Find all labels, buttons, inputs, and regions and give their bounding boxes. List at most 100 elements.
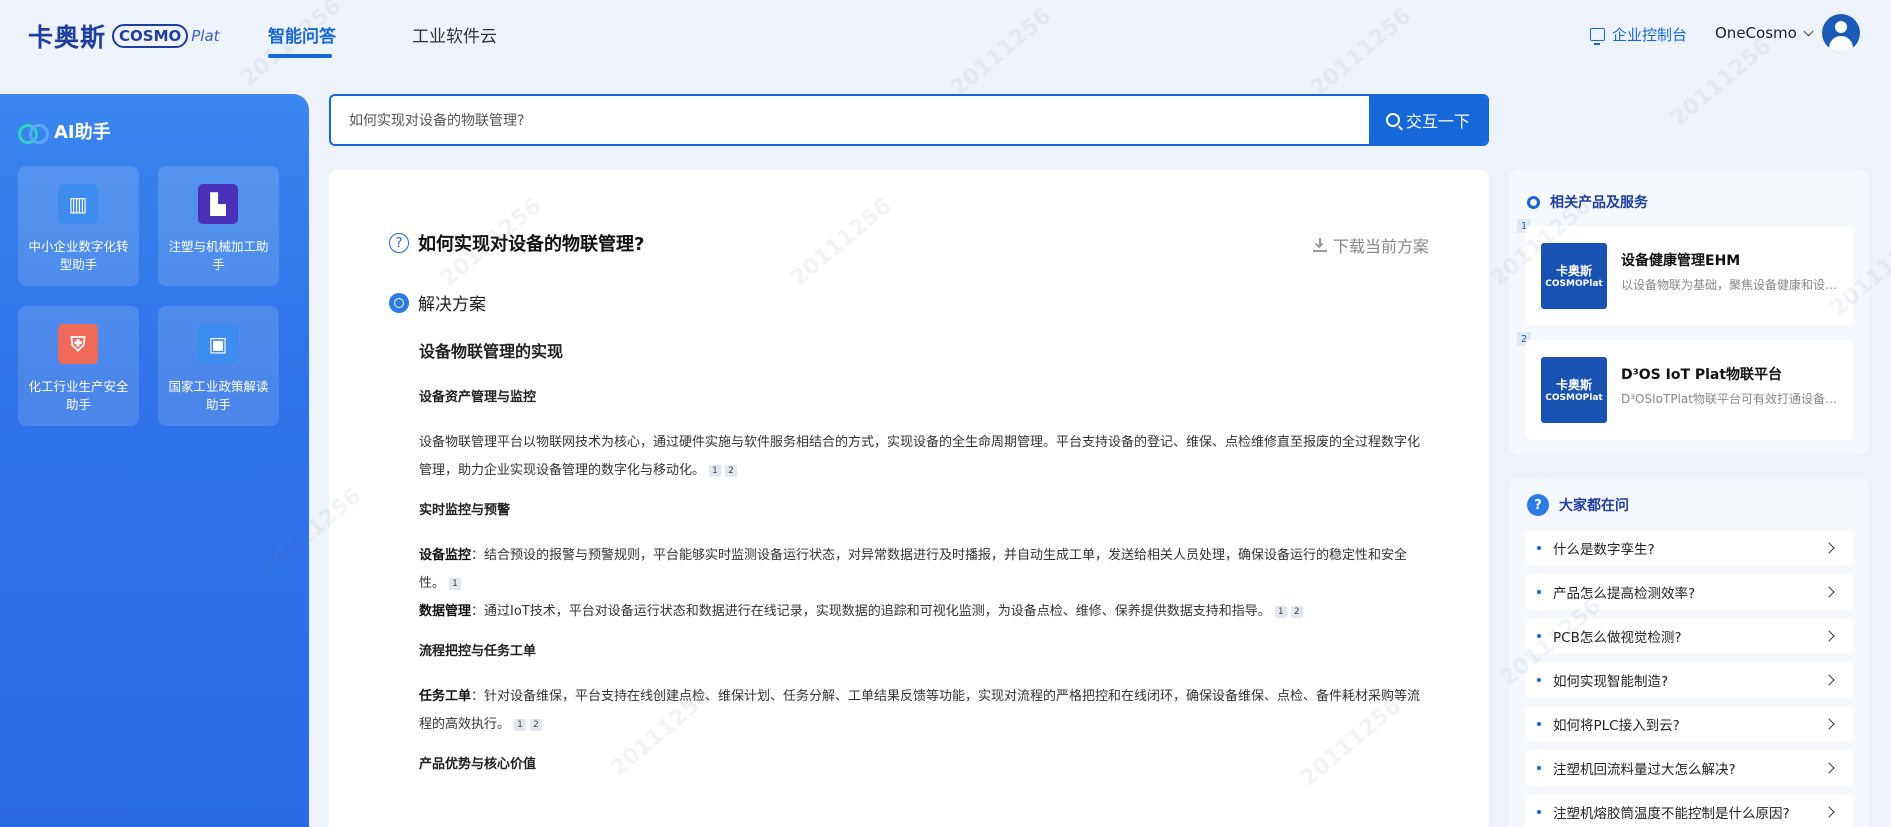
cosmoplat-logo[interactable]: 卡奥斯 COSMO Plat	[28, 16, 220, 56]
faq-item[interactable]: 如何实现智能制造?	[1525, 662, 1853, 698]
assistant-label: 中小企业数字化转型助手	[28, 239, 129, 272]
tab-industrial-software-cloud[interactable]: 工业软件云	[412, 22, 497, 47]
ai-assistant-sidebar: AI助手 ▥ 中小企业数字化转型助手 ▙ 注塑与机械加工助手 ⛨ 化工行业生产安…	[0, 94, 309, 827]
question-input[interactable]	[349, 96, 1349, 144]
machine-icon: ▙	[198, 184, 238, 224]
download-plan-button[interactable]: 下载当前方案	[1312, 233, 1429, 257]
product-logo: 卡奥斯 COSMOPlat	[1541, 357, 1607, 423]
product-card-iot-plat[interactable]: 卡奥斯 COSMOPlat D³OS IoT Plat物联平台 D³OSIoTP…	[1525, 340, 1853, 440]
logo-en-text: COSMO Plat	[112, 24, 220, 48]
faq-panel: ? 大家都在问 什么是数字孪生? 产品怎么提高检测效率? PCB怎么做视觉检测?…	[1509, 478, 1869, 827]
answer-paragraph: 设备监控：结合预设的报警与预警规则，平台能够实时监测设备运行状态，对异常数据进行…	[419, 542, 1429, 598]
section-title: 流程把控与任务工单	[419, 644, 537, 659]
assistant-card-policy-interpretation[interactable]: ▣ 国家工业政策解读助手	[158, 306, 279, 426]
bullet-dot	[1537, 678, 1541, 682]
bullet-dot	[1537, 766, 1541, 770]
paragraph-text: ：结合预设的报警与预警规则，平台能够实时监测设备运行状态，对异常数据进行及时播报…	[419, 548, 1408, 591]
product-logo-en: COSMOPlat	[1545, 393, 1603, 403]
citation-ref[interactable]: 1	[1274, 606, 1287, 618]
product-desc: D³OSIoTPlat物联平台可有效打通设备数据	[1621, 392, 1841, 406]
faq-item[interactable]: 产品怎么提高检测效率?	[1525, 574, 1853, 610]
citation-ref[interactable]: 2	[725, 465, 738, 477]
related-products-panel: 相关产品及服务 1 卡奥斯 COSMOPlat 设备健康管理EHM 以设备物联为…	[1509, 170, 1869, 454]
chevron-right-icon	[1823, 762, 1835, 774]
assistant-glyph: ▥	[68, 192, 88, 216]
chevron-right-icon	[1823, 674, 1835, 686]
answer-paragraph: 设备物联管理平台以物联网技术为核心，通过硬件实施与软件服务相结合的方式，实现设备…	[419, 429, 1429, 485]
document-badge-icon: ▣	[198, 324, 238, 364]
question-search-bar: 交互一下	[329, 94, 1489, 146]
faq-text: PCB怎么做视觉检测?	[1553, 630, 1682, 646]
bullet-dot	[1537, 810, 1541, 814]
ai-logo-icon	[18, 124, 49, 144]
solution-label: 解决方案	[418, 295, 486, 315]
assistant-card-sme-digital[interactable]: ▥ 中小企业数字化转型助手	[18, 166, 139, 286]
download-label: 下载当前方案	[1332, 237, 1429, 256]
chevron-down-icon	[1803, 26, 1814, 36]
chevron-right-icon	[1823, 542, 1835, 554]
question-title: 如何实现对设备的物联管理?	[418, 234, 645, 255]
faq-item[interactable]: 什么是数字孪生?	[1525, 530, 1853, 566]
citation-ref[interactable]: 1	[449, 578, 462, 590]
citation-ref[interactable]: 2	[1290, 606, 1303, 618]
assistant-label: 国家工业政策解读助手	[168, 379, 269, 412]
chevron-right-icon	[1823, 718, 1835, 730]
ai-title-text: AI助手	[54, 122, 111, 143]
product-logo-en: COSMOPlat	[1545, 279, 1603, 289]
paragraph-bold-lead: 设备监控	[419, 548, 472, 563]
answer-paragraph: 数据管理：通过IoT技术，平台对设备运行状态和数据进行在线记录，实现数据的追踪和…	[419, 598, 1429, 626]
download-icon	[1312, 238, 1327, 252]
faq-item[interactable]: 注塑机回流料量过大怎么解决?	[1525, 750, 1853, 786]
faq-title: ? 大家都在问	[1527, 494, 1629, 516]
product-logo-cn: 卡奥斯	[1555, 378, 1592, 392]
citation-ref[interactable]: 1	[709, 465, 722, 477]
assistant-card-injection-machining[interactable]: ▙ 注塑与机械加工助手	[158, 166, 279, 286]
solution-icon	[389, 292, 409, 313]
search-icon	[1385, 113, 1400, 127]
faq-text: 注塑机回流料量过大怎么解决?	[1553, 762, 1736, 778]
faq-text: 什么是数字孪生?	[1553, 542, 1655, 558]
paragraph-bold-lead: 数据管理	[419, 604, 472, 619]
assistant-glyph: ⛨	[70, 332, 86, 356]
logo-cn-text: 卡奥斯	[28, 23, 107, 52]
avatar-head	[1835, 21, 1847, 33]
tab-smart-qa[interactable]: 智能问答	[268, 22, 336, 47]
assistant-card-chemical-safety[interactable]: ⛨ 化工行业生产安全助手	[18, 306, 139, 426]
interact-button[interactable]: 交互一下	[1369, 96, 1487, 144]
user-menu[interactable]: OneCosmo	[1715, 24, 1814, 42]
top-header: 卡奥斯 COSMO Plat 智能问答 工业软件云 企业控制台 OneCosmo	[0, 0, 1891, 68]
related-title-text: 相关产品及服务	[1550, 195, 1648, 211]
logo-plat-text: Plat	[191, 27, 220, 45]
faq-text: 如何实现智能制造?	[1553, 674, 1669, 690]
answer-paragraph: 任务工单：针对设备维保，平台支持在线创建点检、维保计划、任务分解、工单结果反馈等…	[419, 683, 1429, 739]
shield-alarm-icon: ⛨	[58, 324, 98, 364]
citation-ref[interactable]: 2	[530, 719, 543, 731]
faq-text: 如何将PLC接入到云?	[1553, 718, 1680, 734]
question-row: ? 如何实现对设备的物联管理?	[389, 230, 644, 256]
paragraph-text: ：针对设备维保，平台支持在线创建点检、维保计划、任务分解、工单结果反馈等功能，实…	[419, 689, 1421, 732]
bullet-dot	[1537, 722, 1541, 726]
product-logo-cn: 卡奥斯	[1555, 264, 1592, 278]
product-name: 设备健康管理EHM	[1621, 253, 1741, 269]
citation-ref[interactable]: 1	[514, 719, 527, 731]
ai-assistant-title: AI助手	[18, 118, 111, 144]
enterprise-console-link[interactable]: 企业控制台	[1590, 24, 1687, 45]
ring-icon	[1527, 195, 1540, 209]
faq-title-text: 大家都在问	[1559, 498, 1629, 514]
product-desc: 以设备物联为基础，聚焦设备健康和设备运维	[1621, 278, 1841, 292]
assistant-label: 注塑与机械加工助手	[168, 239, 269, 272]
answer-content: 设备物联管理的实现 设备资产管理与监控 设备物联管理平台以物联网技术为核心，通过…	[419, 338, 1429, 796]
logo-cosmo-text: COSMO	[112, 24, 189, 48]
product-logo: 卡奥斯 COSMOPlat	[1541, 243, 1607, 309]
bullet-dot	[1537, 546, 1541, 550]
faq-item[interactable]: 如何将PLC接入到云?	[1525, 706, 1853, 742]
avatar[interactable]	[1822, 14, 1860, 52]
product-card-ehm[interactable]: 卡奥斯 COSMOPlat 设备健康管理EHM 以设备物联为基础，聚焦设备健康和…	[1525, 226, 1853, 326]
faq-item[interactable]: PCB怎么做视觉检测?	[1525, 618, 1853, 654]
faq-text: 产品怎么提高检测效率?	[1553, 586, 1696, 602]
piano-icon: ▥	[58, 184, 98, 224]
section-title: 设备资产管理与监控	[419, 390, 537, 405]
faq-item[interactable]: 注塑机熔胶筒温度不能控制是什么原因?	[1525, 794, 1853, 827]
monitor-icon	[1590, 28, 1605, 45]
product-name: D³OS IoT Plat物联平台	[1621, 367, 1783, 383]
